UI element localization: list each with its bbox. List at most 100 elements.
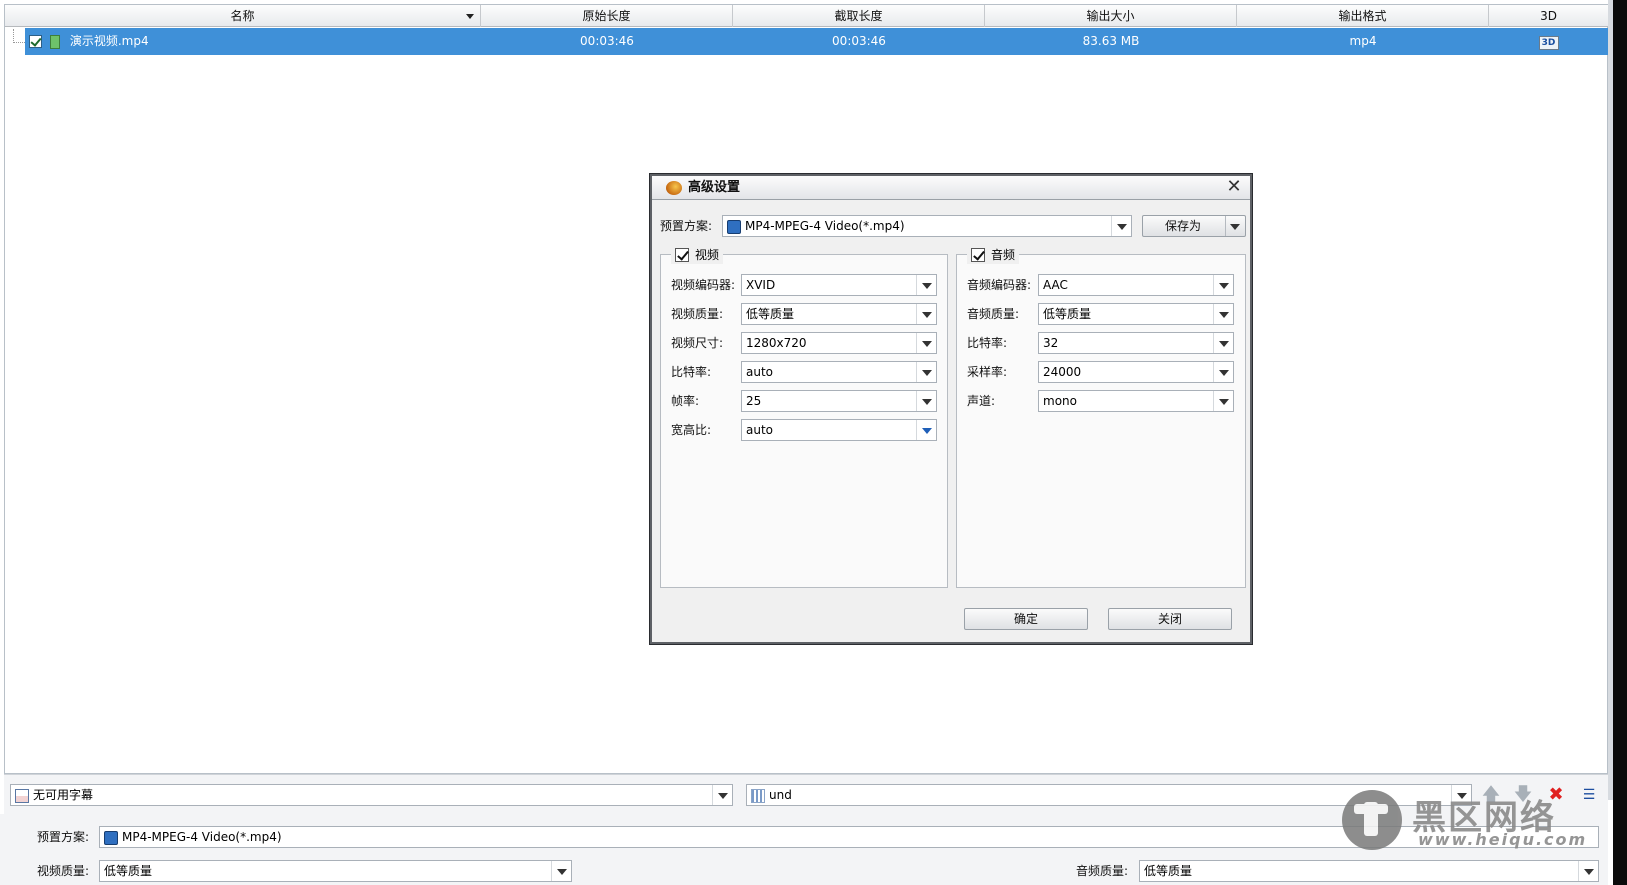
chevron-down-icon[interactable]	[712, 785, 732, 805]
audio-quality-label: 音频质量:	[967, 307, 1020, 321]
aspect-ratio-label: 宽高比:	[671, 423, 712, 437]
frame-rate-label: 帧率:	[671, 394, 700, 408]
audio-enable-checkbox[interactable]	[971, 248, 985, 262]
file-list-header: 名称 原始长度 截取长度 输出大小 输出格式 3D	[5, 5, 1609, 27]
column-header-3d[interactable]: 3D	[1489, 5, 1608, 27]
bottom-audio-quality-select[interactable]: 低等质量	[1139, 860, 1599, 882]
chevron-down-icon[interactable]	[1213, 275, 1233, 295]
sample-rate-select[interactable]: 24000	[1038, 361, 1234, 383]
chevron-down-icon[interactable]	[1213, 304, 1233, 324]
video-bitrate-value: auto	[746, 365, 774, 379]
video-size-value: 1280x720	[746, 336, 807, 350]
row-original-length: 00:03:46	[580, 34, 634, 48]
bottom-preset-label: 预置方案:	[37, 830, 90, 844]
aspect-ratio-value: auto	[746, 423, 774, 437]
dialog-title-bar[interactable]: 高级设置 ✕	[652, 176, 1250, 200]
audio-track-value-wrap: und	[751, 785, 792, 805]
video-format-icon	[104, 830, 118, 845]
chevron-down-icon[interactable]	[1213, 362, 1233, 382]
table-row[interactable]: 演示视频.mp4 00:03:46 00:03:46 83.63 MB mp4 …	[25, 28, 1609, 55]
sample-rate-value: 24000	[1043, 365, 1082, 379]
subtitle-select-value-wrap: 无可用字幕	[15, 785, 93, 805]
chevron-down-icon	[1230, 224, 1240, 230]
save-as-label: 保存为	[1165, 219, 1202, 233]
video-codec-label: 视频编码器:	[671, 278, 736, 292]
sample-rate-label: 采样率:	[967, 365, 1008, 379]
dialog-preset-value: MP4-MPEG-4 Video(*.mp4)	[745, 219, 905, 233]
audio-codec-select[interactable]: AAC	[1038, 274, 1234, 296]
dialog-title: 高级设置	[688, 180, 741, 195]
video-file-icon	[50, 34, 60, 49]
ok-button[interactable]: 确定	[964, 608, 1088, 630]
video-quality-label: 视频质量:	[671, 307, 724, 321]
window-edge	[1613, 0, 1627, 885]
column-header-name-label: 名称	[230, 9, 255, 23]
channels-label: 声道:	[967, 394, 996, 408]
video-size-select[interactable]: 1280x720	[741, 332, 937, 354]
chevron-down-icon[interactable]	[916, 420, 936, 440]
column-header-name[interactable]: 名称	[5, 5, 481, 27]
video-codec-value: XVID	[746, 278, 776, 292]
subtitle-select-value: 无可用字幕	[33, 788, 94, 802]
audio-bitrate-label: 比特率:	[967, 336, 1008, 350]
column-header-original-length[interactable]: 原始长度	[481, 5, 733, 27]
tree-connector	[13, 29, 25, 43]
channels-select[interactable]: mono	[1038, 390, 1234, 412]
watermark-url: www.heiqu.com	[1418, 830, 1588, 849]
row-output-size: 83.63 MB	[1082, 34, 1140, 48]
row-file-name: 演示视频.mp4	[69, 34, 149, 48]
bottom-audio-quality-label: 音频质量:	[1076, 864, 1129, 878]
audio-group: 音频 音频编码器: AAC 音频质量: 低等质量 比特率: 32 采样率: 24…	[956, 246, 1246, 588]
bottom-preset-value: MP4-MPEG-4 Video(*.mp4)	[122, 830, 282, 844]
app-logo-icon	[666, 181, 682, 195]
chevron-down-icon[interactable]	[551, 861, 571, 881]
chevron-down-icon[interactable]	[1111, 216, 1131, 236]
video-size-label: 视频尺寸:	[671, 336, 724, 350]
bottom-audio-quality-value: 低等质量	[1144, 864, 1193, 878]
dialog-preset-select[interactable]: MP4-MPEG-4 Video(*.mp4)	[722, 215, 1132, 237]
audio-bitrate-value: 32	[1043, 336, 1059, 350]
video-format-icon	[727, 219, 741, 234]
video-enable-checkbox[interactable]	[675, 248, 689, 262]
column-header-clip-length[interactable]: 截取长度	[733, 5, 985, 27]
close-icon[interactable]: ✕	[1224, 176, 1244, 200]
video-group-label: 视频	[695, 248, 720, 262]
chevron-down-icon[interactable]	[1213, 333, 1233, 353]
chevron-down-icon[interactable]	[1578, 861, 1598, 881]
chevron-down-icon[interactable]	[1213, 391, 1233, 411]
column-header-output-format[interactable]: 输出格式	[1237, 5, 1489, 27]
dialog-preset-value-wrap: MP4-MPEG-4 Video(*.mp4)	[727, 216, 905, 236]
frame-rate-select[interactable]: 25	[741, 390, 937, 412]
video-codec-select[interactable]: XVID	[741, 274, 937, 296]
video-bitrate-select[interactable]: auto	[741, 361, 937, 383]
video-group: 视频 视频编码器: XVID 视频质量: 低等质量 视频尺寸: 1280x720…	[660, 246, 948, 588]
audio-codec-value: AAC	[1043, 278, 1068, 292]
row-checkbox[interactable]	[29, 35, 42, 48]
audio-quality-value: 低等质量	[1043, 307, 1092, 321]
bottom-preset-value-wrap: MP4-MPEG-4 Video(*.mp4)	[104, 827, 282, 847]
bottom-video-quality-value: 低等质量	[104, 864, 153, 878]
audio-track-select-value: und	[769, 788, 792, 802]
save-as-button[interactable]: 保存为	[1142, 215, 1246, 237]
advanced-settings-dialog: 高级设置 ✕ 预置方案: MP4-MPEG-4 Video(*.mp4) 保存为…	[650, 174, 1252, 644]
chevron-down-icon[interactable]	[916, 275, 936, 295]
audio-bitrate-select[interactable]: 32	[1038, 332, 1234, 354]
chevron-down-icon[interactable]	[916, 333, 936, 353]
sort-down-icon[interactable]	[466, 14, 474, 19]
aspect-ratio-select[interactable]: auto	[741, 419, 937, 441]
bottom-video-quality-select[interactable]: 低等质量	[99, 860, 572, 882]
chevron-down-icon[interactable]	[916, 391, 936, 411]
column-header-output-size[interactable]: 输出大小	[985, 5, 1237, 27]
audio-quality-select[interactable]: 低等质量	[1038, 303, 1234, 325]
3d-badge-icon[interactable]: 3D	[1538, 36, 1559, 50]
frame-rate-value: 25	[746, 394, 762, 408]
chevron-down-icon[interactable]	[916, 362, 936, 382]
video-quality-select[interactable]: 低等质量	[741, 303, 937, 325]
row-clip-length: 00:03:46	[832, 34, 886, 48]
bottom-video-quality-label: 视频质量:	[37, 864, 90, 878]
close-button[interactable]: 关闭	[1108, 608, 1232, 630]
subtitle-icon	[15, 788, 29, 803]
row-3d-cell: 3D	[1489, 28, 1608, 55]
chevron-down-icon[interactable]	[916, 304, 936, 324]
subtitle-select[interactable]: 无可用字幕	[10, 784, 733, 806]
